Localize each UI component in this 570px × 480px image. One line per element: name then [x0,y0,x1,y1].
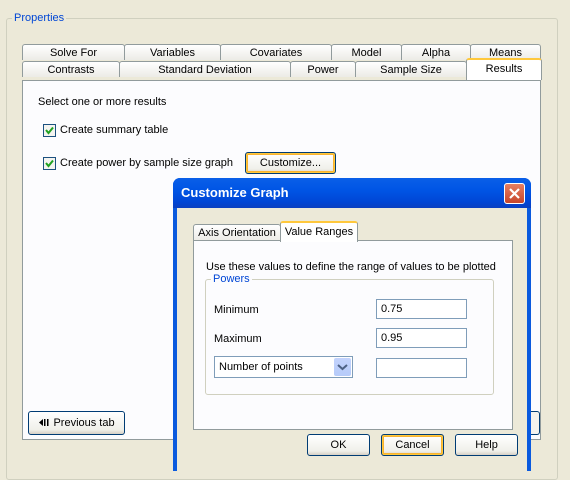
summary-table-checkbox[interactable] [43,124,56,137]
customize-button[interactable]: Customize... [245,152,336,174]
summary-table-label: Create summary table [60,124,169,136]
previous-arrow-icon [38,417,50,429]
value-ranges-instruction: Use these values to define the range of … [206,261,496,273]
checkmark-icon [45,159,54,168]
maximum-input[interactable]: 0.95 [376,328,467,348]
tab-results[interactable]: Results [466,58,542,80]
power-graph-label: Create power by sample size graph [60,157,234,169]
value-ranges-panel: Use these values to define the range of … [193,240,513,430]
ok-button[interactable]: OK [307,434,370,456]
dialog-body: Axis Orientation Value Ranges Use these … [177,208,527,471]
tab-contrasts[interactable]: Contrasts [22,61,120,77]
dialog-titlebar[interactable]: Customize Graph [173,178,531,208]
previous-tab-label: Previous tab [53,417,115,429]
hidden-button-edge [531,411,540,435]
tab-axis-orientation[interactable]: Axis Orientation [193,224,281,241]
tab-model[interactable]: Model [331,44,402,60]
dialog-title: Customize Graph [181,185,289,200]
results-instruction: Select one or more results [38,96,167,108]
properties-group-title: Properties [12,12,67,24]
tab-power[interactable]: Power [290,61,356,77]
tab-solve-for[interactable]: Solve For [22,44,125,60]
customize-graph-dialog: Customize Graph Axis Orientation Value R… [173,178,531,471]
tab-sample-size[interactable]: Sample Size [355,61,467,77]
tab-covariates[interactable]: Covariates [220,44,332,60]
power-graph-checkbox[interactable] [43,157,56,170]
powers-fieldset: Powers Minimum 0.75 Maximum 0.95 Number … [205,273,494,395]
chevron-down-icon[interactable] [334,358,351,376]
previous-tab-button[interactable]: Previous tab [28,411,125,435]
tab-standard-deviation[interactable]: Standard Deviation [119,61,291,77]
minimum-label: Minimum [214,304,259,316]
cancel-button[interactable]: Cancel [381,434,444,456]
points-value-input[interactable] [376,358,467,378]
maximum-label: Maximum [214,333,262,345]
tab-variables[interactable]: Variables [124,44,221,60]
close-button[interactable] [504,183,525,204]
points-type-value: Number of points [219,361,303,373]
tab-alpha[interactable]: Alpha [401,44,471,60]
powers-legend: Powers [211,273,252,285]
help-button[interactable]: Help [455,434,518,456]
checkmark-icon [45,126,54,135]
points-type-select[interactable]: Number of points [214,356,353,378]
minimum-input[interactable]: 0.75 [376,299,467,319]
tab-value-ranges[interactable]: Value Ranges [280,221,358,242]
close-icon [509,188,520,199]
